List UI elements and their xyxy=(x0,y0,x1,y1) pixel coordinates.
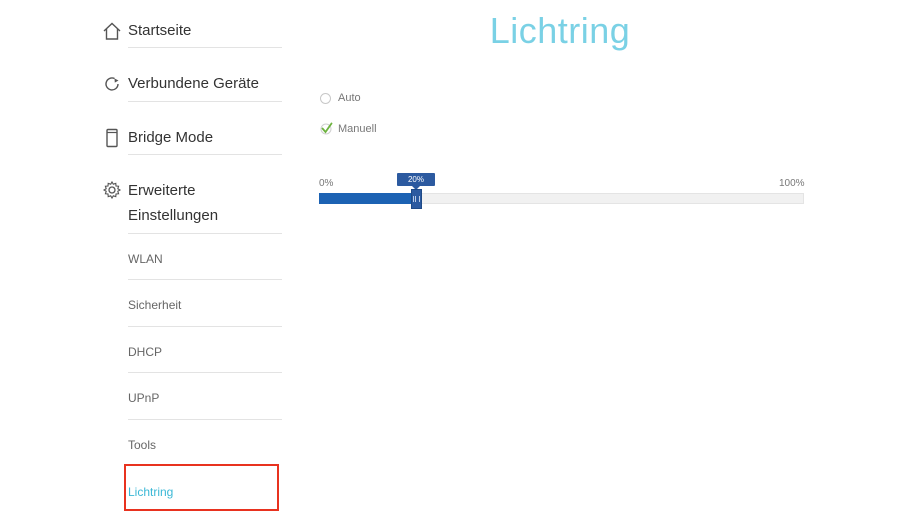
option-label: Auto xyxy=(338,92,361,104)
slider-max-label: 100% xyxy=(779,178,805,189)
nav-item-startseite[interactable]: Startseite xyxy=(102,18,282,43)
option-label: Manuell xyxy=(338,122,377,135)
nav-item-label: Verbundene Geräte xyxy=(128,75,259,92)
nav-item-label-group: Erweiterte Einstellungen xyxy=(128,178,218,228)
devices-icon xyxy=(102,74,122,94)
divider xyxy=(128,279,282,280)
checkmark-icon xyxy=(320,122,333,135)
nav-item-verbundene-geraete[interactable]: Verbundene Geräte xyxy=(102,71,282,96)
slider-fill xyxy=(319,193,416,204)
sidebar-subitem-dhcp[interactable]: DHCP xyxy=(128,345,282,359)
slider-value-tooltip: 20% xyxy=(397,173,435,190)
page-title: Lichtring xyxy=(489,10,631,51)
sidebar-subitem-sicherheit[interactable]: Sicherheit xyxy=(128,298,282,312)
highlight-box xyxy=(124,464,279,511)
nav-item-label: Einstellungen xyxy=(128,207,219,224)
divider xyxy=(128,372,282,373)
slider-handle[interactable] xyxy=(411,189,422,209)
home-icon xyxy=(102,21,122,41)
divider xyxy=(128,154,282,155)
sidebar-subitem-upnp[interactable]: UPnP xyxy=(128,391,282,405)
nav-item-label: Bridge Mode xyxy=(128,129,214,146)
divider xyxy=(128,326,282,327)
nav-item-bridge-mode[interactable]: Bridge Mode xyxy=(102,125,282,150)
divider xyxy=(128,101,282,102)
bridge-icon xyxy=(102,128,122,148)
divider xyxy=(128,47,282,48)
sidebar: Startseite Verbundene Geräte Bridge Mode xyxy=(0,0,290,522)
option-manuell[interactable]: Manuell xyxy=(320,122,377,135)
nav-item-erweiterte-einstellungen[interactable]: Erweiterte Einstellungen xyxy=(102,178,282,228)
sidebar-subitem-wlan[interactable]: WLAN xyxy=(128,252,282,266)
slider-min-label: 0% xyxy=(319,178,334,189)
nav-item-label: Erweiterte xyxy=(128,182,196,199)
nav-item-label: Startseite xyxy=(128,22,192,39)
divider xyxy=(128,233,282,234)
option-auto[interactable]: Auto xyxy=(320,92,361,104)
sidebar-subitem-tools[interactable]: Tools xyxy=(128,438,282,452)
divider xyxy=(128,419,282,420)
grip-icon xyxy=(413,196,420,202)
gear-icon xyxy=(102,180,122,200)
radio-unchecked-icon xyxy=(320,92,331,104)
